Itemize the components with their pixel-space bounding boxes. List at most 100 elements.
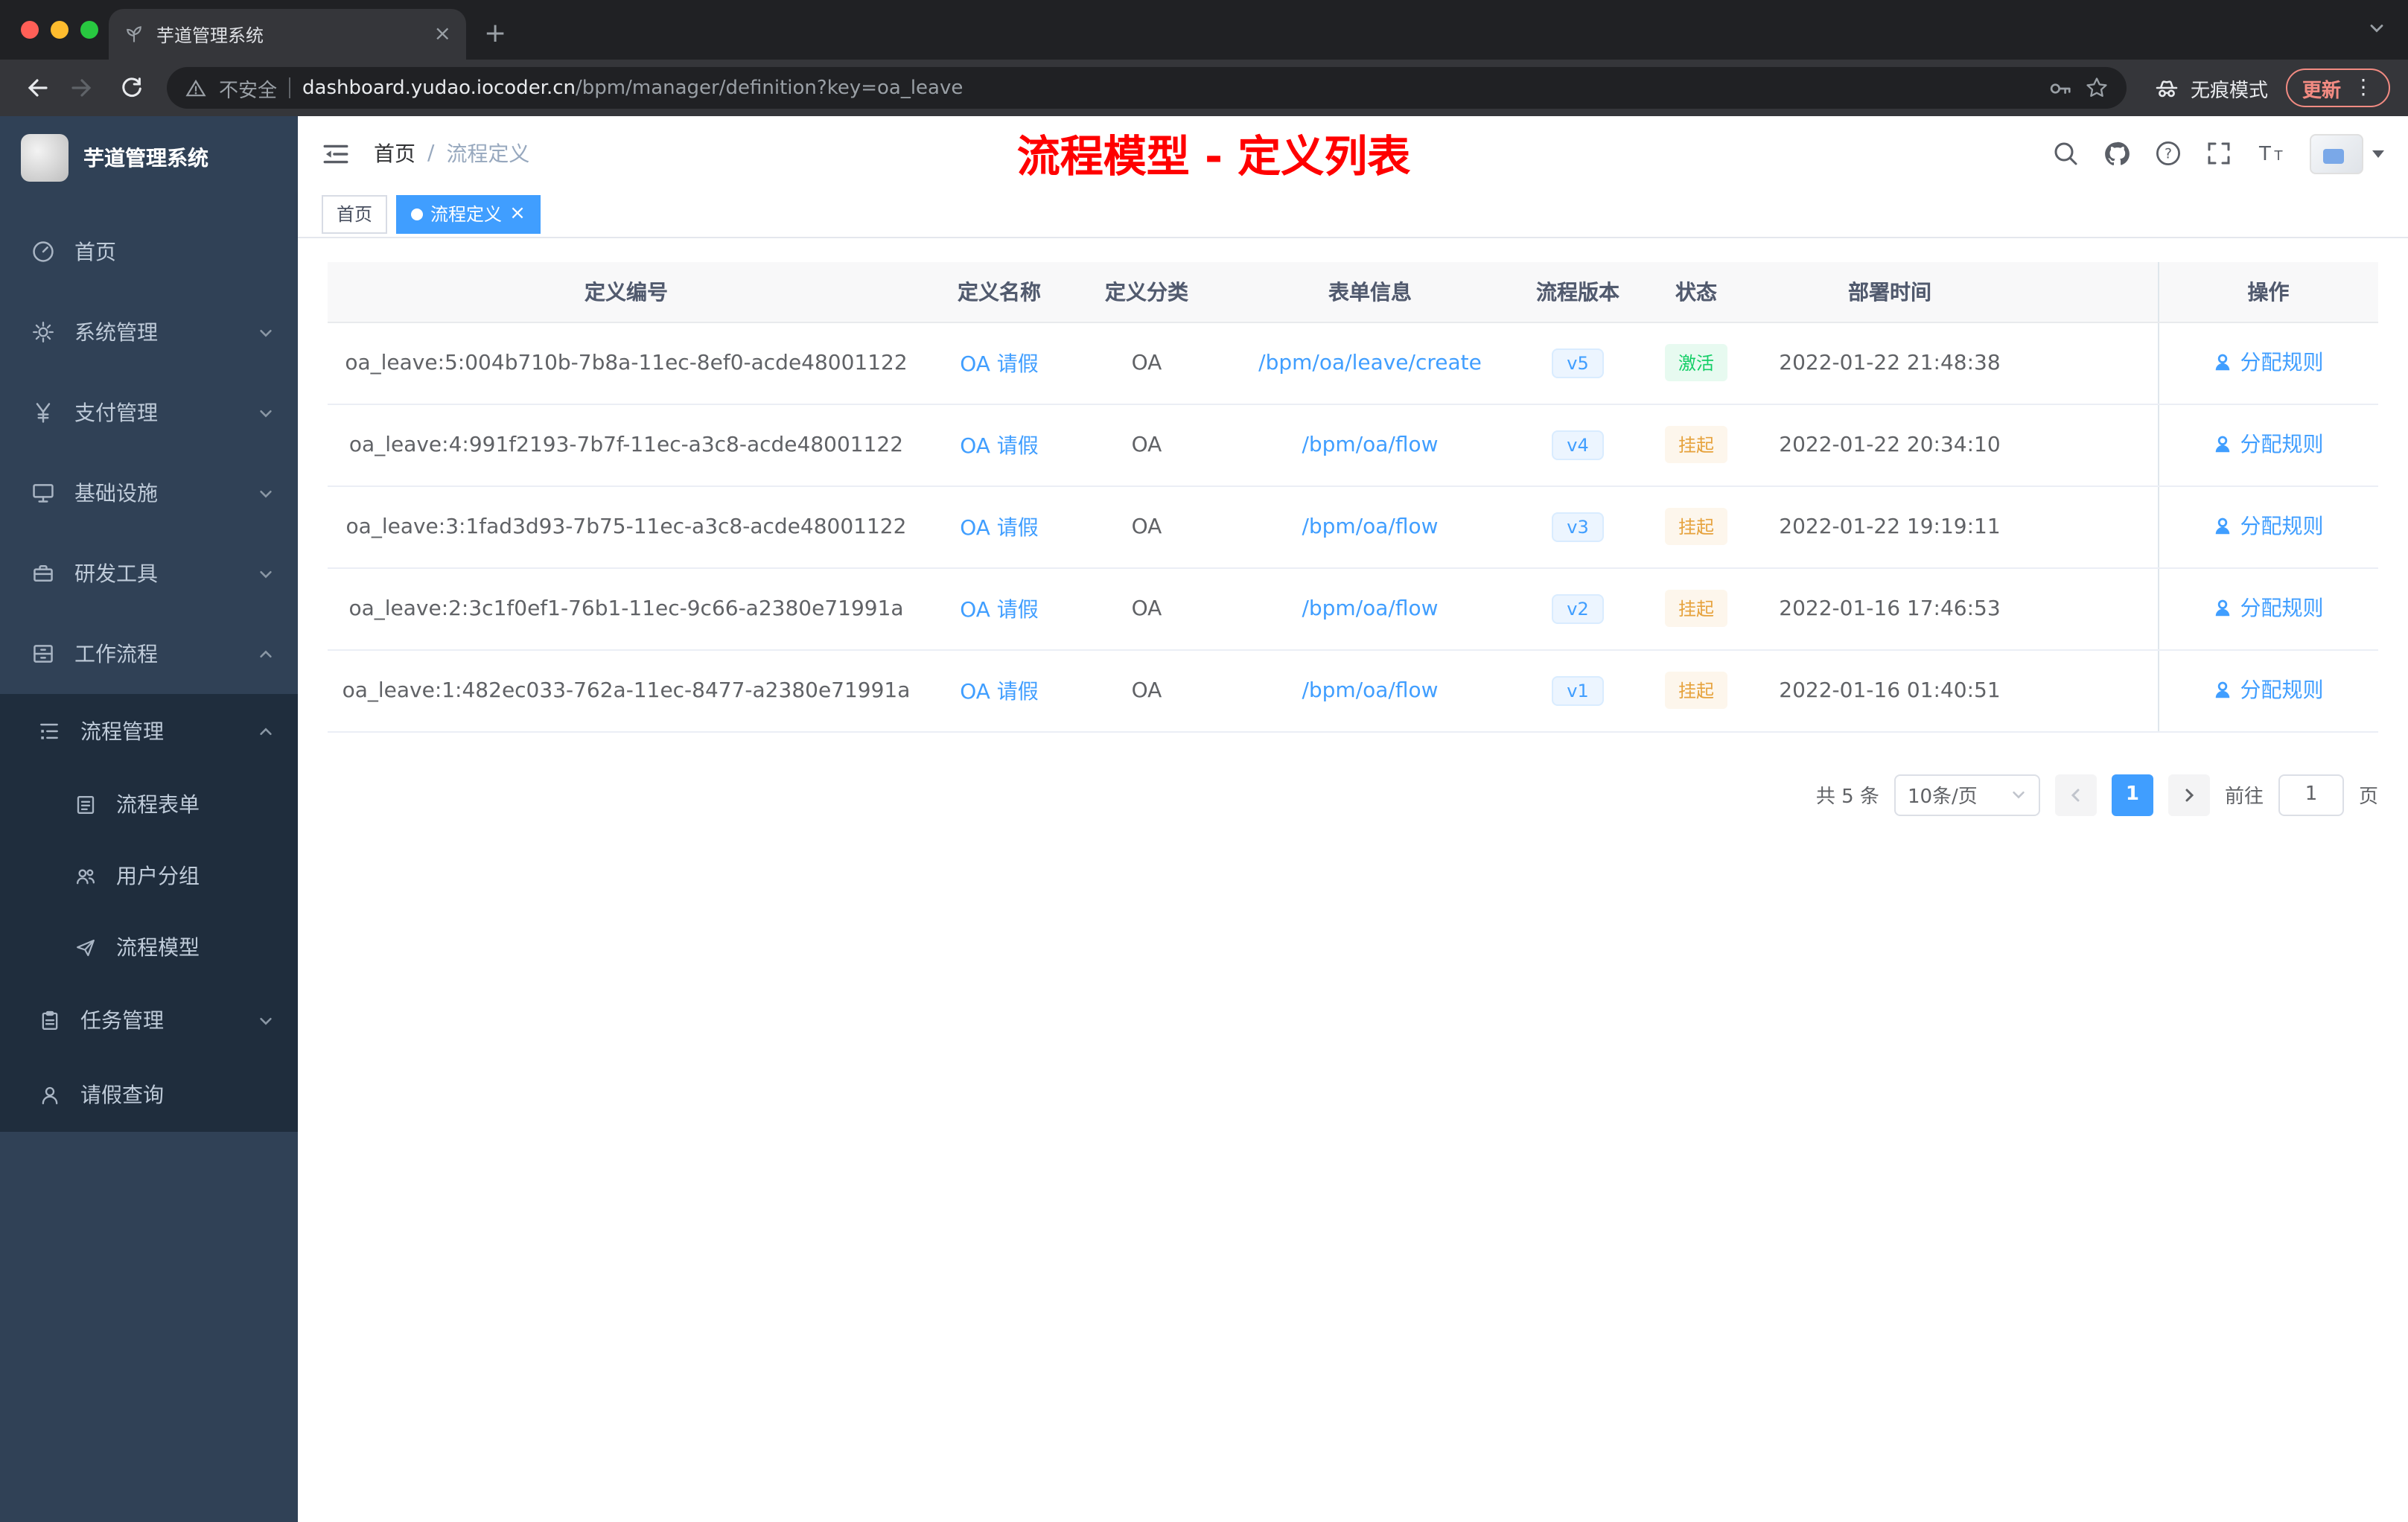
- sidebar-item-process-management[interactable]: 流程管理: [0, 694, 298, 768]
- col-deploy-time: 部署时间: [1757, 262, 2022, 322]
- minimize-window-button[interactable]: [51, 21, 69, 39]
- sidebar-item-system[interactable]: 系统管理: [0, 292, 298, 372]
- tag-close-icon[interactable]: ×: [509, 204, 526, 223]
- form-link[interactable]: /bpm/oa/leave/create: [1258, 351, 1482, 375]
- bookmark-star-icon[interactable]: [2085, 76, 2109, 100]
- svg-text:T: T: [2274, 148, 2284, 164]
- tab-close-icon[interactable]: ×: [434, 22, 451, 46]
- sidebar-item-label: 系统管理: [74, 322, 158, 346]
- sidebar-item-process-model[interactable]: 流程模型: [0, 911, 298, 983]
- page-number-button[interactable]: 1: [2111, 774, 2153, 815]
- sidebar-item-label: 用户分组: [116, 865, 200, 889]
- next-page-button[interactable]: [2167, 774, 2210, 815]
- update-chip[interactable]: 更新 ⋮: [2285, 69, 2390, 107]
- cell-category: OA: [1074, 404, 1220, 486]
- cell-deploy-time: 2022-01-22 21:48:38: [1757, 322, 2022, 404]
- goto-page-input[interactable]: [2278, 774, 2344, 815]
- tag-process-definition[interactable]: 流程定义 ×: [396, 194, 541, 233]
- user-avatar-menu[interactable]: [2310, 133, 2384, 173]
- sidebar-item-label: 工作流程: [74, 643, 158, 667]
- help-icon[interactable]: ?: [2155, 140, 2182, 167]
- chevron-down-icon: [258, 565, 274, 582]
- page-content: 定义编号 定义名称 定义分类 表单信息 流程版本 状态 部署时间 操作 oa_l…: [298, 238, 2408, 1522]
- pagination-total: 共 5 条: [1815, 786, 1879, 809]
- back-icon[interactable]: [15, 67, 57, 109]
- clipboard-icon: [36, 1007, 63, 1034]
- prev-page-button[interactable]: [2054, 774, 2097, 815]
- gear-icon: [30, 319, 57, 346]
- page-size-select[interactable]: 10条/页: [1893, 774, 2040, 815]
- sidebar-item-label: 研发工具: [74, 563, 158, 587]
- cell-definition-id: oa_leave:2:3c1f0ef1-76b1-11ec-9c66-a2380…: [328, 567, 925, 650]
- dashboard-icon: [30, 238, 57, 265]
- table-row: oa_leave:4:991f2193-7b7f-11ec-a3c8-acde4…: [328, 404, 2378, 486]
- table-row: oa_leave:5:004b710b-7b8a-11ec-8ef0-acde4…: [328, 322, 2378, 404]
- github-icon[interactable]: [2103, 139, 2131, 168]
- chevron-down-icon: [2010, 786, 2027, 803]
- sidebar-item-process-form[interactable]: 流程表单: [0, 768, 298, 840]
- password-key-icon[interactable]: [2048, 75, 2073, 101]
- assign-rule-link[interactable]: 分配规则: [2214, 430, 2324, 459]
- sidebar-item-devtools[interactable]: 研发工具: [0, 533, 298, 614]
- definition-name-link[interactable]: OA 请假: [960, 680, 1039, 704]
- form-link[interactable]: /bpm/oa/flow: [1302, 678, 1438, 702]
- tag-home[interactable]: 首页: [322, 194, 388, 233]
- paper-plane-icon: [71, 934, 98, 961]
- col-definition-category: 定义分类: [1074, 262, 1220, 322]
- form-link[interactable]: /bpm/oa/flow: [1302, 596, 1438, 620]
- fullscreen-icon[interactable]: [2205, 140, 2232, 167]
- sidebar-item-user-group[interactable]: 用户分组: [0, 840, 298, 911]
- sidebar-item-infrastructure[interactable]: 基础设施: [0, 453, 298, 533]
- definition-name-link[interactable]: OA 请假: [960, 352, 1039, 376]
- close-window-button[interactable]: [21, 21, 39, 39]
- url-text[interactable]: dashboard.yudao.iocoder.cn/bpm/manager/d…: [302, 77, 963, 99]
- sidebar-item-home[interactable]: 首页: [0, 211, 298, 292]
- monitor-icon: [30, 480, 57, 506]
- browser-tab[interactable]: 芋道管理系统 ×: [109, 9, 466, 60]
- sidebar-item-label: 任务管理: [80, 1010, 164, 1034]
- col-filler: [2022, 262, 2158, 322]
- tab-search-chevron-icon[interactable]: [2366, 18, 2387, 39]
- address-bar[interactable]: 不安全 dashboard.yudao.iocoder.cn/bpm/manag…: [167, 67, 2127, 109]
- sidebar-item-workflow[interactable]: 工作流程: [0, 614, 298, 694]
- cabinet-icon: [30, 640, 57, 667]
- incognito-label: 无痕模式: [2190, 80, 2268, 102]
- tab-title: 芋道管理系统: [156, 25, 264, 45]
- sidebar-item-task-management[interactable]: 任务管理: [0, 983, 298, 1057]
- definition-name-link[interactable]: OA 请假: [960, 598, 1039, 622]
- definition-name-link[interactable]: OA 请假: [960, 516, 1039, 540]
- assign-rule-link[interactable]: 分配规则: [2214, 348, 2324, 378]
- security-warning-icon[interactable]: [185, 77, 207, 99]
- assign-rule-link[interactable]: 分配规则: [2214, 512, 2324, 541]
- cell-category: OA: [1074, 649, 1220, 732]
- definition-name-link[interactable]: OA 请假: [960, 434, 1039, 458]
- form-link[interactable]: /bpm/oa/flow: [1302, 515, 1438, 538]
- logo-title: 芋道管理系统: [83, 147, 208, 171]
- version-tag: v5: [1552, 348, 1604, 378]
- svg-text:?: ?: [2165, 146, 2172, 162]
- url-path: /bpm/manager/definition?key=oa_leave: [576, 77, 963, 99]
- sidebar-collapse-icon[interactable]: [322, 139, 350, 168]
- sidebar-item-label: 流程管理: [80, 721, 164, 745]
- app-window: 芋道管理系统 首页 系统管理 支付管理 基础设施 研发工具 工作流程 流程管理 …: [0, 116, 2408, 1522]
- browser-menu-icon[interactable]: ⋮: [2353, 76, 2374, 100]
- sidebar-logo[interactable]: 芋道管理系统: [0, 116, 298, 200]
- sidebar-item-payment[interactable]: 支付管理: [0, 372, 298, 453]
- browser-toolbar: 不安全 dashboard.yudao.iocoder.cn/bpm/manag…: [0, 60, 2408, 116]
- zoom-window-button[interactable]: [80, 21, 98, 39]
- breadcrumb-home[interactable]: 首页: [374, 138, 415, 168]
- assign-rule-link[interactable]: 分配规则: [2214, 675, 2324, 705]
- reload-icon[interactable]: [110, 67, 152, 109]
- search-icon[interactable]: [2052, 140, 2079, 167]
- caret-down-icon: [2372, 150, 2384, 157]
- status-badge: 挂起: [1664, 426, 1727, 463]
- page-size-value: 10条/页: [1907, 786, 1978, 809]
- definition-table: 定义编号 定义名称 定义分类 表单信息 流程版本 状态 部署时间 操作 oa_l…: [328, 262, 2378, 732]
- font-size-icon[interactable]: TT: [2256, 140, 2286, 167]
- table-row: oa_leave:1:482ec033-762a-11ec-8477-a2380…: [328, 649, 2378, 732]
- sidebar-item-leave-query[interactable]: 请假查询: [0, 1057, 298, 1132]
- col-definition-name: 定义名称: [925, 262, 1074, 322]
- assign-rule-link[interactable]: 分配规则: [2214, 593, 2324, 623]
- form-link[interactable]: /bpm/oa/flow: [1302, 433, 1438, 456]
- new-tab-button[interactable]: +: [484, 20, 506, 48]
